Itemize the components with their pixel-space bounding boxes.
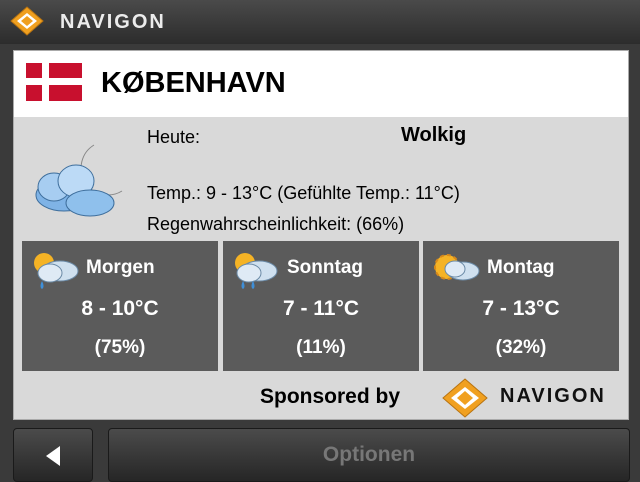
sponsor-label: Sponsored by — [260, 385, 401, 408]
sun-cloud-rain-icon — [34, 253, 79, 289]
sponsor-brand: NAVIGON — [500, 385, 606, 407]
back-button[interactable] — [13, 428, 93, 482]
chevron-left-icon — [46, 446, 60, 466]
top-bar: NAVIGON — [0, 0, 640, 44]
today-condition: Wolkig — [401, 124, 467, 146]
forecast-temp-range: 8 - 10°C — [81, 297, 159, 320]
forecast-rain-chance: (75%) — [94, 337, 146, 358]
today-label: Heute: — [147, 127, 201, 147]
today-rain-chance: Regenwahrscheinlichkeit: (66%) — [147, 214, 405, 234]
forecast-rain-chance: (32%) — [495, 337, 547, 358]
forecast-day: Montag — [487, 257, 555, 278]
today-temperature: Temp.: 9 - 13°C (Gefühlte Temp.: 11°C) — [147, 183, 460, 203]
forecast-temp-range: 7 - 13°C — [482, 297, 560, 320]
forecast-card-sonntag[interactable]: Sonntag 7 - 11°C (11%) — [223, 241, 419, 371]
sun-cloud-rain-icon — [235, 253, 278, 289]
brand-name: NAVIGON — [60, 11, 166, 33]
city-name: KØBENHAVN — [101, 67, 286, 99]
navigon-logo-icon — [442, 378, 488, 418]
navigon-logo-icon — [10, 6, 44, 36]
forecast-rain-chance: (11%) — [296, 337, 346, 358]
denmark-flag-icon — [26, 63, 82, 101]
weather-body: Heute: Wolkig Temp.: 9 - 13°C (Gefühlte … — [14, 117, 628, 419]
forecast-card-morgen[interactable]: Morgen 8 - 10°C (75%) — [22, 241, 218, 371]
forecast-day: Sonntag — [287, 257, 363, 278]
weather-panel: KØBENHAVN Heute: Wolkig Temp.: 9 - 13°C … — [13, 50, 629, 420]
options-label: Optionen — [322, 443, 416, 466]
forecast-temp-range: 7 - 11°C — [282, 297, 360, 320]
cloudy-night-icon — [35, 144, 123, 217]
options-button[interactable]: Optionen — [108, 428, 630, 482]
sun-cloud-icon — [434, 254, 480, 281]
forecast-card-montag[interactable]: Montag 7 - 13°C (32%) — [423, 241, 619, 371]
forecast-day: Morgen — [86, 257, 155, 278]
city-header: KØBENHAVN — [14, 51, 628, 117]
